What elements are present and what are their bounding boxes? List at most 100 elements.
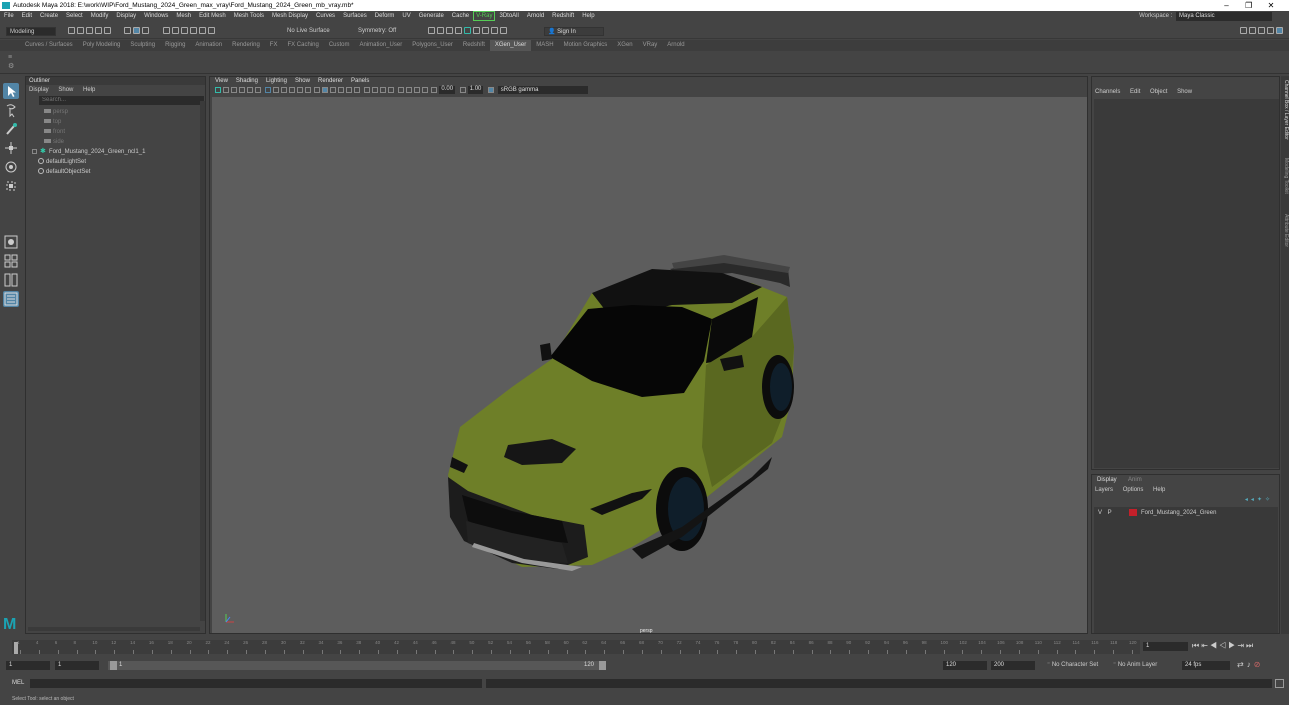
open-scene-icon[interactable] [77,27,84,34]
playback-start-field[interactable]: 1 [55,661,99,670]
channel-menu-show[interactable]: Show [1177,89,1192,95]
gamma-field[interactable]: 1.00 [467,86,484,95]
layer-menu-options[interactable]: Options [1123,487,1144,493]
smooth-shade-icon[interactable] [322,87,329,94]
tab-display[interactable]: Display [1097,477,1117,483]
menu-mesh-tools[interactable]: Mesh Tools [230,11,268,22]
shelf-tab-polygons-user[interactable]: Polygons_User [407,40,458,51]
layer-menu-help[interactable]: Help [1153,487,1165,493]
shelf-tab-mash[interactable]: MASH [531,40,558,51]
menu-redshift[interactable]: Redshift [548,11,578,22]
vray-ipr-icon[interactable] [473,27,480,34]
vray-settings-icon[interactable] [482,27,489,34]
maximize-button[interactable]: ❐ [1239,0,1259,11]
play-forwards-icon[interactable]: ▶ [1228,641,1237,650]
rotate-tool-icon[interactable] [3,159,19,175]
new-empty-layer-icon[interactable]: ✦ [1257,497,1265,503]
xray-components-icon[interactable] [421,87,428,94]
vray-vfb-icon[interactable] [491,27,498,34]
menu-surfaces[interactable]: Surfaces [339,11,371,22]
character-set-dropdown[interactable]: ⁻ No Character Set [1047,661,1098,670]
bookmark-icon[interactable] [231,87,237,94]
channel-menu-edit[interactable]: Edit [1130,89,1140,95]
menu-uv[interactable]: UV [398,11,414,22]
outliner-item[interactable]: side [38,137,205,147]
textured-icon[interactable] [338,87,345,94]
symmetry-label[interactable]: Symmetry: Off [358,27,396,36]
outliner-search-input[interactable] [39,96,204,105]
outliner-layout-icon[interactable] [3,291,19,307]
viewport-menu-shading[interactable]: Shading [236,78,258,84]
four-view-layout-icon[interactable] [3,253,19,269]
snap-view-icon[interactable] [189,27,197,34]
default-material-icon[interactable] [330,87,337,94]
range-slider[interactable]: 1 120 [108,661,606,670]
fps-dropdown[interactable]: 24 fps [1182,661,1230,670]
vray-render-icon[interactable] [464,27,471,34]
select-object-icon[interactable] [133,27,141,34]
shelf-tab-curves-surfaces[interactable]: Curves / Surfaces [20,40,78,51]
persp-outliner-layout-icon[interactable] [3,272,19,288]
animation-start-field[interactable]: 1 [6,661,50,670]
loop-icon[interactable]: ⇄ [1237,660,1247,669]
outliner-item[interactable]: ✱ Ford_Mustang_2024_Green_ncl1_1 [32,147,205,157]
layer-row[interactable]: V P Ford_Mustang_2024_Green [1096,509,1276,518]
new-scene-icon[interactable] [68,27,75,34]
menu-arnold[interactable]: Arnold [523,11,548,22]
gate-mask-icon[interactable] [288,87,295,94]
shelf-tab-arnold[interactable]: Arnold [662,40,689,51]
anim-layer-dropdown[interactable]: ⁻ No Anim Layer [1113,661,1157,670]
outliner-item[interactable]: defaultObjectSet [38,167,205,177]
menu-display[interactable]: Display [112,11,140,22]
go-to-end-icon[interactable]: ⏭ [1246,641,1255,650]
shelf-tab-fx-caching[interactable]: FX Caching [282,40,323,51]
layer-visibility-toggle[interactable]: V [1096,509,1106,518]
shelf-menu-icon[interactable]: ≡ [8,54,12,61]
menu-3dtoall[interactable]: 3DtoAll [495,11,522,22]
shelf-tab-fx[interactable]: FX [265,40,283,51]
move-tool-icon[interactable] [3,140,19,156]
script-editor-icon[interactable] [1275,679,1284,688]
shelf-tab-motion-graphics[interactable]: Motion Graphics [559,40,613,51]
auto-key-icon[interactable]: ⊘ [1254,660,1264,669]
layer-color-swatch[interactable] [1129,509,1138,516]
grease-pencil-icon[interactable] [255,87,261,94]
outliner-item[interactable]: persp [38,107,205,117]
range-start-handle[interactable] [110,661,117,670]
safe-action-icon[interactable] [304,87,311,94]
time-ruler[interactable]: 1 4 6 8 10 12 14 16 18 20 22 24 26 28 30 32 34 36 38 40 42 44… [12,640,1140,654]
menu-generate[interactable]: Generate [415,11,448,22]
select-hierarchy-icon[interactable] [124,27,132,34]
menu-edit-mesh[interactable]: Edit Mesh [195,11,230,22]
field-chart-icon[interactable] [296,87,303,94]
magnet-icon[interactable] [207,27,215,34]
command-input[interactable] [30,679,482,688]
shelf-tab-rigging[interactable]: Rigging [160,40,190,51]
modeling-toolkit-icon[interactable] [1240,27,1247,34]
viewport-3d[interactable]: persp [212,97,1087,634]
snap-point-icon[interactable] [180,27,188,34]
shelf-tab-custom[interactable]: Custom [324,40,355,51]
outliner-item[interactable]: defaultLightSet [38,157,205,167]
layer-menu-layers[interactable]: Layers [1095,487,1113,493]
snap-surface-icon[interactable] [198,27,206,34]
shadows-icon[interactable] [354,87,361,94]
shelf-tab-xgen-user[interactable]: XGen_User [489,40,532,51]
character-controls-icon[interactable] [1249,27,1256,34]
car-model-render[interactable] [212,97,1087,633]
channel-box-icon[interactable] [1276,27,1283,34]
sign-in-button[interactable]: 👤 Sign In [544,27,604,36]
camera-select-icon[interactable] [215,87,221,94]
side-tab-modeling-toolkit[interactable]: Modeling Toolkit [1281,158,1289,194]
resolution-gate-icon[interactable] [280,87,287,94]
side-tab-attribute-editor[interactable]: Attribute Editor [1281,214,1289,247]
shelf-tab-animation[interactable]: Animation [190,40,227,51]
outliner-menu-help[interactable]: Help [83,87,95,93]
menu-help[interactable]: Help [578,11,598,22]
viewport-menu-view[interactable]: View [215,78,228,84]
channel-menu-channels[interactable]: Channels [1095,89,1120,95]
menu-windows[interactable]: Windows [140,11,172,22]
shelf-gear-icon[interactable]: ⚙ [8,62,14,70]
shelf-tab-vray[interactable]: VRay [638,40,663,51]
shelf-tab-sculpting[interactable]: Sculpting [125,40,160,51]
